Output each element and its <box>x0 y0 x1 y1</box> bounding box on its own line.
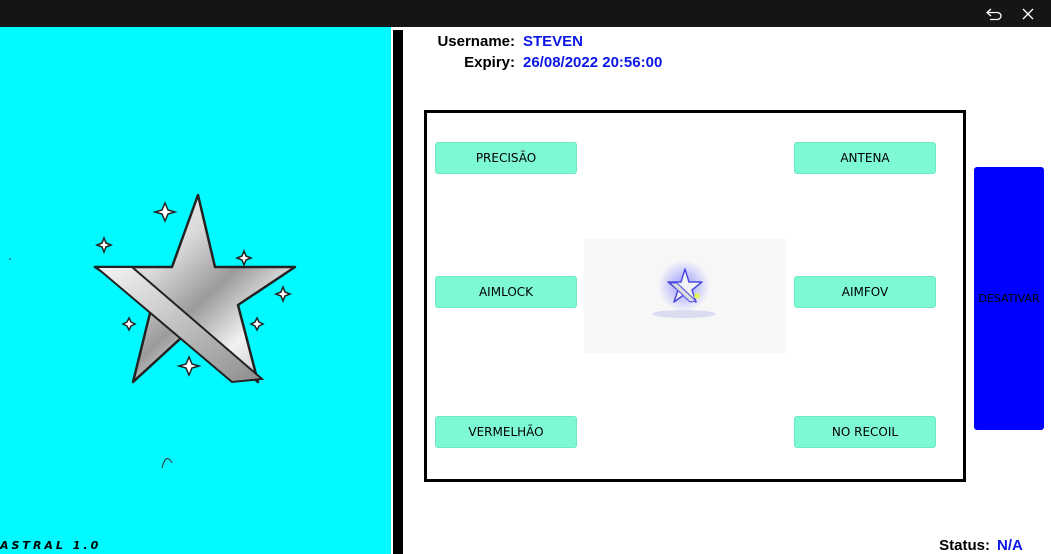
star-logo-icon <box>9 193 297 469</box>
status-label: Status: <box>939 537 990 554</box>
status-value: N/A <box>997 537 1023 554</box>
red-button[interactable]: VERMELHÃO <box>435 416 577 448</box>
small-star-icon <box>652 260 716 318</box>
precision-button[interactable]: PRECISÃO <box>435 142 577 174</box>
aimlock-button[interactable]: AIMLOCK <box>435 276 577 308</box>
expiry-label: Expiry: <box>464 54 515 71</box>
aimfov-button[interactable]: AIMFOV <box>794 276 936 308</box>
center-logo <box>584 239 786 353</box>
back-arrow-icon[interactable] <box>975 0 1013 27</box>
deactivate-button[interactable]: DESATIVAR <box>974 167 1044 430</box>
expiry-value: 26/08/2022 20:56:00 <box>523 54 663 71</box>
brand-panel <box>0 27 391 554</box>
username-value: STEVEN <box>523 33 584 50</box>
title-bar <box>0 0 1051 27</box>
app-version: ASTRAL 1.0 <box>0 539 102 552</box>
no-recoil-button[interactable]: NO RECOIL <box>794 416 936 448</box>
username-label: Username: <box>437 33 515 50</box>
close-icon[interactable] <box>1009 0 1047 27</box>
panel-divider <box>393 30 403 554</box>
antenna-button[interactable]: ANTENA <box>794 142 936 174</box>
